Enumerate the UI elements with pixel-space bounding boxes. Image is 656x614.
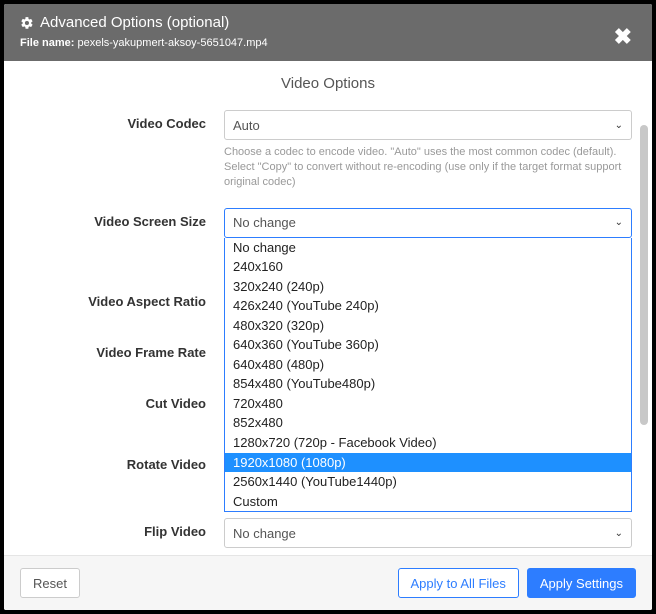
label-aspect-ratio: Video Aspect Ratio xyxy=(24,288,224,309)
modal-body: Video Options Video Codec Auto ⌄ Choose … xyxy=(4,61,652,555)
filename-row: File name: pexels-yakupmert-aksoy-565104… xyxy=(20,37,636,49)
select-flip[interactable]: No change ⌄ xyxy=(224,518,632,548)
dropdown-option[interactable]: 2560x1440 (YouTube1440p) xyxy=(225,472,631,492)
dropdown-option[interactable]: 854x480 (YouTube480p) xyxy=(225,374,631,394)
row-video-codec: Video Codec Auto ⌄ Choose a codec to enc… xyxy=(24,110,632,190)
dropdown-option[interactable]: 240x160 xyxy=(225,257,631,277)
select-screen-size[interactable]: No change ⌄ xyxy=(224,208,632,238)
modal-title: Advanced Options (optional) xyxy=(40,14,229,31)
row-flip: Flip Video No change ⌄ xyxy=(24,518,632,548)
label-screen-size: Video Screen Size xyxy=(24,208,224,229)
label-video-codec: Video Codec xyxy=(24,110,224,131)
modal-header: Advanced Options (optional) File name: p… xyxy=(4,4,652,61)
dropdown-option[interactable]: No change xyxy=(225,238,631,258)
dropdown-option[interactable]: 852x480 xyxy=(225,413,631,433)
close-icon[interactable]: ✖ xyxy=(614,24,632,50)
dropdown-option[interactable]: 426x240 (YouTube 240p) xyxy=(225,296,631,316)
select-video-codec[interactable]: Auto ⌄ xyxy=(224,110,632,140)
select-screen-size-value: No change xyxy=(233,215,296,230)
apply-all-button[interactable]: Apply to All Files xyxy=(398,568,519,598)
filename-value: pexels-yakupmert-aksoy-5651047.mp4 xyxy=(77,37,267,49)
label-frame-rate: Video Frame Rate xyxy=(24,339,224,360)
dropdown-option[interactable]: 1920x1080 (1080p) xyxy=(225,453,631,473)
select-flip-value: No change xyxy=(233,526,296,541)
advanced-options-modal: Advanced Options (optional) File name: p… xyxy=(4,4,652,610)
reset-button[interactable]: Reset xyxy=(20,568,80,598)
modal-footer: Reset Apply to All Files Apply Settings xyxy=(4,555,652,610)
dropdown-option[interactable]: 720x480 xyxy=(225,394,631,414)
scrollbar[interactable] xyxy=(640,125,648,425)
label-flip: Flip Video xyxy=(24,518,224,539)
scrollbar-thumb[interactable] xyxy=(640,125,648,425)
select-video-codec-value: Auto xyxy=(233,118,260,133)
dropdown-option[interactable]: Custom xyxy=(225,492,631,512)
chevron-down-icon: ⌄ xyxy=(615,120,623,131)
chevron-down-icon: ⌄ xyxy=(615,528,623,539)
filename-label: File name: xyxy=(20,37,74,49)
section-title: Video Options xyxy=(24,61,632,110)
dropdown-option[interactable]: 640x480 (480p) xyxy=(225,355,631,375)
gear-icon xyxy=(20,16,34,30)
modal-title-row: Advanced Options (optional) xyxy=(20,14,636,31)
dropdown-option[interactable]: 1280x720 (720p - Facebook Video) xyxy=(225,433,631,453)
help-video-codec: Choose a codec to encode video. "Auto" u… xyxy=(224,145,632,190)
chevron-down-icon: ⌄ xyxy=(615,217,623,228)
dropdown-option[interactable]: 320x240 (240p) xyxy=(225,277,631,297)
dropdown-screen-size: No change240x160320x240 (240p)426x240 (Y… xyxy=(224,238,632,513)
row-screen-size: Video Screen Size No change ⌄ No change2… xyxy=(24,208,632,238)
label-cut-video: Cut Video xyxy=(24,390,224,411)
label-rotate: Rotate Video xyxy=(24,451,224,472)
apply-settings-button[interactable]: Apply Settings xyxy=(527,568,636,598)
dropdown-option[interactable]: 640x360 (YouTube 360p) xyxy=(225,335,631,355)
dropdown-option[interactable]: 480x320 (320p) xyxy=(225,316,631,336)
